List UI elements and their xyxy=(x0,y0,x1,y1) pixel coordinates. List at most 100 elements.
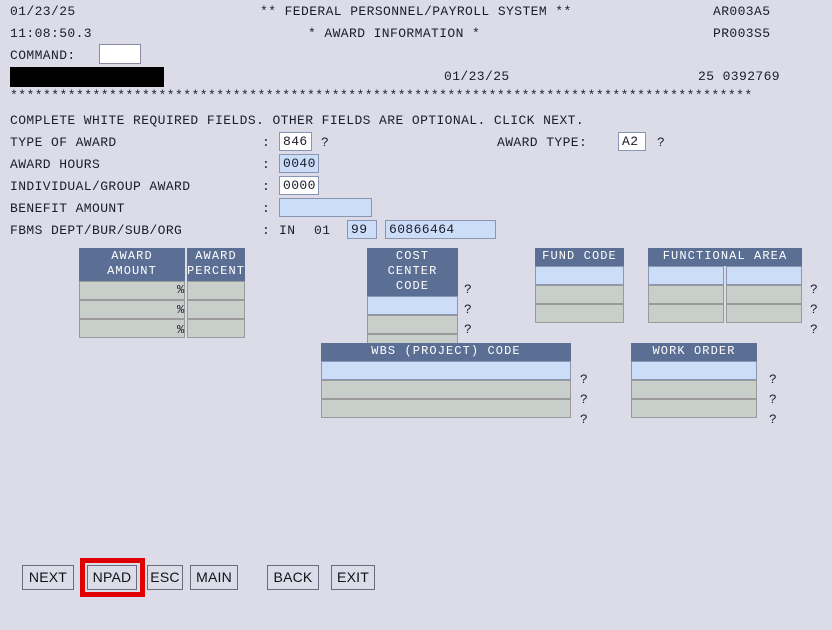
work-order-table: WORK ORDER xyxy=(631,343,757,418)
exit-button[interactable]: EXIT xyxy=(331,565,375,590)
award-amount-cell[interactable] xyxy=(79,319,185,338)
table-row xyxy=(648,285,802,304)
system-title: ** FEDERAL PERSONNEL/PAYROLL SYSTEM ** xyxy=(260,4,572,19)
award-percent-cell[interactable] xyxy=(187,319,245,338)
screen-title: * AWARD INFORMATION * xyxy=(308,26,481,41)
functional-area-help-icon[interactable]: ? xyxy=(810,283,818,297)
award-amount-cell[interactable] xyxy=(79,300,185,319)
fund-code-cell[interactable] xyxy=(535,304,624,323)
cost-center-code-header: COST CENTER CODE xyxy=(367,248,458,296)
functional-area-cell-right[interactable] xyxy=(726,266,802,285)
type-of-award-help-icon[interactable]: ? xyxy=(321,136,329,150)
wbs-help-icon[interactable]: ? xyxy=(580,393,588,407)
main-button[interactable]: MAIN xyxy=(190,565,238,590)
functional-area-table: FUNCTIONAL AREA xyxy=(648,248,802,323)
wbs-help-icon[interactable]: ? xyxy=(580,373,588,387)
cost-center-code-table: COST CENTER CODE xyxy=(367,248,458,353)
percent-symbol: % xyxy=(177,323,185,337)
work-order-cell[interactable] xyxy=(631,399,757,418)
command-input[interactable] xyxy=(99,44,141,64)
wbs-project-code-header: WBS (PROJECT) CODE xyxy=(321,343,571,361)
label-award-type: AWARD TYPE: xyxy=(497,135,588,150)
table-row xyxy=(79,281,245,300)
award-percent-cell[interactable] xyxy=(187,300,245,319)
functional-area-help-icon[interactable]: ? xyxy=(810,323,818,337)
command-label: COMMAND: xyxy=(10,48,76,63)
label-individual-group: INDIVIDUAL/GROUP AWARD xyxy=(10,179,191,194)
functional-area-cell-left[interactable] xyxy=(648,266,724,285)
colon-separator: : xyxy=(262,157,271,172)
fund-code-cell[interactable] xyxy=(535,285,624,304)
wbs-project-code-table: WBS (PROJECT) CODE xyxy=(321,343,571,418)
next-button[interactable]: NEXT xyxy=(22,565,74,590)
percent-symbol: % xyxy=(177,303,185,317)
table-row xyxy=(79,300,245,319)
wbs-project-code-cell[interactable] xyxy=(321,380,571,399)
work-order-cell[interactable] xyxy=(631,380,757,399)
functional-area-cell-right[interactable] xyxy=(726,304,802,323)
header-date: 01/23/25 xyxy=(10,4,76,19)
redacted-employee-name-bar xyxy=(10,67,164,87)
award-percent-header: AWARD PERCENT xyxy=(187,248,245,281)
percent-symbol: % xyxy=(177,283,185,297)
colon-separator: : xyxy=(262,135,271,150)
wbs-project-code-cell[interactable] xyxy=(321,399,571,418)
table-row xyxy=(648,304,802,323)
fbms-org-input[interactable] xyxy=(385,220,496,239)
functional-area-cell-left[interactable] xyxy=(648,285,724,304)
fund-code-cell[interactable] xyxy=(535,266,624,285)
program-code: PR003S5 xyxy=(713,26,771,41)
label-benefit-amount: BENEFIT AMOUNT xyxy=(10,201,125,216)
fbms-bur-value: 01 xyxy=(314,223,331,238)
fund-code-table: FUND CODE xyxy=(535,248,624,323)
cost-center-help-icon[interactable]: ? xyxy=(464,283,472,297)
colon-separator: : xyxy=(262,223,271,238)
work-order-help-icon[interactable]: ? xyxy=(769,393,777,407)
award-type-help-icon[interactable]: ? xyxy=(657,136,665,150)
table-row xyxy=(648,266,802,285)
award-type-input[interactable] xyxy=(618,132,646,151)
work-order-cell[interactable] xyxy=(631,361,757,380)
cost-center-code-cell[interactable] xyxy=(367,296,458,315)
benefit-amount-input[interactable] xyxy=(279,198,372,217)
functional-area-cell-left[interactable] xyxy=(648,304,724,323)
terminal-screen: 01/23/25 11:08:50.3 ** FEDERAL PERSONNEL… xyxy=(0,0,832,630)
fbms-dept-value: IN xyxy=(279,223,296,238)
work-order-help-icon[interactable]: ? xyxy=(769,373,777,387)
esc-button[interactable]: ESC xyxy=(147,565,183,590)
npad-button[interactable]: NPAD xyxy=(87,565,137,590)
work-order-help-icon[interactable]: ? xyxy=(769,413,777,427)
individual-group-award-input[interactable] xyxy=(279,176,319,195)
functional-area-cell-right[interactable] xyxy=(726,285,802,304)
screen-code: AR003A5 xyxy=(713,4,771,19)
label-award-hours: AWARD HOURS xyxy=(10,157,101,172)
award-hours-input[interactable] xyxy=(279,154,319,173)
label-fbms: FBMS DEPT/BUR/SUB/ORG xyxy=(10,223,183,238)
colon-separator: : xyxy=(262,201,271,216)
reference-number: 25 0392769 xyxy=(698,69,781,84)
fund-code-header: FUND CODE xyxy=(535,248,624,266)
fbms-sub-input[interactable] xyxy=(347,220,377,239)
table-row xyxy=(79,319,245,338)
award-amount-percent-table: AWARD AMOUNT AWARD PERCENT xyxy=(79,248,245,338)
cost-center-code-cell[interactable] xyxy=(367,315,458,334)
back-button[interactable]: BACK xyxy=(267,565,319,590)
type-of-award-input[interactable] xyxy=(279,132,312,151)
colon-separator: : xyxy=(262,179,271,194)
effective-date: 01/23/25 xyxy=(444,69,510,84)
functional-area-help-icon[interactable]: ? xyxy=(810,303,818,317)
award-amount-header: AWARD AMOUNT xyxy=(79,248,185,281)
functional-area-header: FUNCTIONAL AREA xyxy=(648,248,802,266)
award-percent-cell[interactable] xyxy=(187,281,245,300)
separator-line: ****************************************… xyxy=(10,88,753,103)
wbs-help-icon[interactable]: ? xyxy=(580,413,588,427)
wbs-project-code-cell[interactable] xyxy=(321,361,571,380)
award-amount-cell[interactable] xyxy=(79,281,185,300)
label-type-of-award: TYPE OF AWARD xyxy=(10,135,117,150)
header-time: 11:08:50.3 xyxy=(10,26,93,41)
instruction-text: COMPLETE WHITE REQUIRED FIELDS. OTHER FI… xyxy=(10,113,585,128)
work-order-header: WORK ORDER xyxy=(631,343,757,361)
cost-center-help-icon[interactable]: ? xyxy=(464,303,472,317)
button-bar: NEXT NPAD ESC MAIN BACK EXIT xyxy=(0,565,832,595)
cost-center-help-icon[interactable]: ? xyxy=(464,323,472,337)
